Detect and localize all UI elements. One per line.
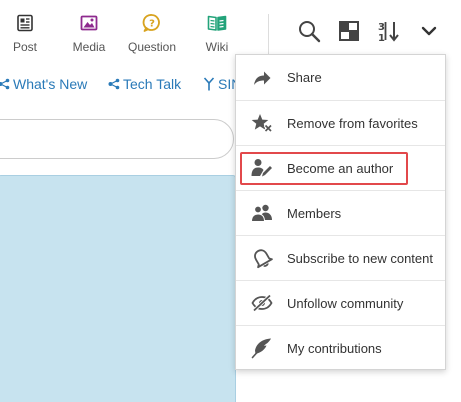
post-icon [14, 12, 36, 34]
menu-item-label: Subscribe to new content [287, 250, 433, 266]
layout-icon [338, 20, 360, 47]
menu-item-become-an-author[interactable]: Become an author [236, 145, 445, 190]
nav-link-tech-talk[interactable]: Tech Talk [108, 76, 181, 92]
menu-item-unfollow-community[interactable]: Unfollow community [236, 280, 445, 325]
create-question-label: Question [127, 40, 177, 54]
search-icon [297, 19, 321, 48]
wiki-icon [206, 12, 228, 34]
menu-item-label: Members [287, 205, 342, 221]
svg-text:1: 1 [378, 33, 385, 43]
menu-item-label: Become an author [287, 160, 394, 176]
toolbar-divider [268, 14, 269, 58]
author-icon [250, 157, 274, 179]
eye-off-icon [250, 292, 274, 314]
menu-item-share[interactable]: Share [236, 55, 445, 100]
community-nav: What's New Tech Talk SIN [0, 76, 245, 96]
create-wiki-button[interactable]: Wiki [187, 12, 247, 54]
menu-item-label: Remove from favorites [287, 115, 418, 131]
community-options-menu: Share Remove from favorites Become an au… [235, 54, 446, 370]
tag-icon [108, 78, 120, 90]
question-icon: ? [141, 12, 163, 34]
bell-icon [250, 247, 274, 269]
fork-icon [203, 77, 215, 91]
create-media-label: Media [72, 40, 106, 54]
content-panel [0, 175, 236, 402]
menu-item-label: Share [287, 70, 322, 85]
share-icon [250, 67, 274, 89]
menu-item-subscribe[interactable]: Subscribe to new content [236, 235, 445, 280]
search-button[interactable] [296, 20, 322, 46]
page: Post Media ? Question Wiki 3 1 What's Ne… [0, 0, 461, 402]
tag-icon [0, 78, 10, 90]
media-icon [78, 12, 100, 34]
more-options-button[interactable] [416, 20, 442, 46]
menu-item-label: My contributions [287, 340, 382, 356]
nav-link-label: What's New [13, 76, 88, 92]
layout-button[interactable] [336, 20, 362, 46]
sort-button[interactable]: 3 1 [376, 20, 402, 46]
members-icon [250, 202, 274, 224]
create-media-button[interactable]: Media [59, 12, 119, 54]
menu-item-my-contributions[interactable]: My contributions [236, 325, 445, 370]
menu-item-label: Unfollow community [287, 295, 404, 311]
community-search-input[interactable] [0, 119, 234, 159]
star-remove-icon [250, 112, 274, 134]
sort-icon: 3 1 [377, 19, 401, 48]
create-post-button[interactable]: Post [0, 12, 55, 54]
svg-text:?: ? [149, 19, 155, 30]
create-post-label: Post [12, 40, 37, 54]
nav-link-label: Tech Talk [123, 76, 182, 92]
nav-link-whats-new[interactable]: What's New [0, 76, 87, 92]
feather-icon [250, 337, 274, 359]
svg-text:3: 3 [378, 22, 385, 33]
create-question-button[interactable]: ? Question [122, 12, 182, 54]
chevron-down-icon [419, 21, 439, 46]
create-wiki-label: Wiki [205, 40, 229, 54]
menu-item-remove-from-favorites[interactable]: Remove from favorites [236, 100, 445, 145]
menu-item-members[interactable]: Members [236, 190, 445, 235]
